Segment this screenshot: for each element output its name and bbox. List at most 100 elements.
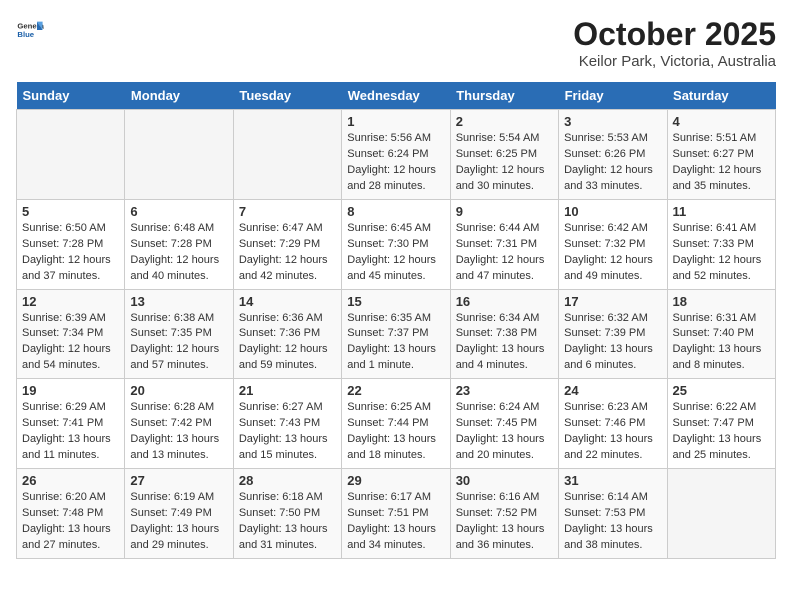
calendar-cell: 13 Sunrise: 6:38 AMSunset: 7:35 PMDayligh…: [125, 289, 233, 379]
day-number: 25: [673, 383, 770, 398]
day-info: Sunrise: 6:39 AMSunset: 7:34 PMDaylight:…: [22, 311, 119, 375]
col-header-tuesday: Tuesday: [233, 82, 341, 110]
week-row-3: 12 Sunrise: 6:39 AMSunset: 7:34 PMDayligh…: [17, 289, 776, 379]
logo-icon: General Blue: [16, 16, 44, 44]
calendar-cell: 23Sunrise: 6:24 AMSunset: 7:45 PMDayligh…: [450, 379, 558, 469]
day-info: Sunrise: 6:25 AMSunset: 7:44 PMDaylight:…: [347, 400, 444, 464]
day-number: 2: [456, 114, 553, 129]
calendar-cell: 17 Sunrise: 6:32 AMSunset: 7:39 PMDayligh…: [559, 289, 667, 379]
day-number: 15: [347, 294, 444, 309]
calendar-cell: 4 Sunrise: 5:51 AMSunset: 6:27 PMDaylight…: [667, 110, 775, 200]
calendar-header-row: SundayMondayTuesdayWednesdayThursdayFrid…: [17, 82, 776, 110]
day-number: 5: [22, 204, 119, 219]
calendar-cell: 16 Sunrise: 6:34 AMSunset: 7:38 PMDayligh…: [450, 289, 558, 379]
calendar-cell: 28 Sunrise: 6:18 AMSunset: 7:50 PMDayligh…: [233, 469, 341, 559]
day-number: 12: [22, 294, 119, 309]
day-number: 22: [347, 383, 444, 398]
week-row-2: 5 Sunrise: 6:50 AMSunset: 7:28 PMDaylight…: [17, 199, 776, 289]
col-header-monday: Monday: [125, 82, 233, 110]
day-info: Sunrise: 6:50 AMSunset: 7:28 PMDaylight:…: [22, 221, 119, 285]
day-info: Sunrise: 6:14 AMSunset: 7:53 PMDaylight:…: [564, 490, 661, 554]
calendar-cell: 24 Sunrise: 6:23 AMSunset: 7:46 PMDayligh…: [559, 379, 667, 469]
day-number: 10: [564, 204, 661, 219]
calendar-cell: 14 Sunrise: 6:36 AMSunset: 7:36 PMDayligh…: [233, 289, 341, 379]
calendar-cell: 6Sunrise: 6:48 AMSunset: 7:28 PMDaylight…: [125, 199, 233, 289]
week-row-4: 19 Sunrise: 6:29 AMSunset: 7:41 PMDayligh…: [17, 379, 776, 469]
day-number: 11: [673, 204, 770, 219]
day-info: Sunrise: 6:23 AMSunset: 7:46 PMDaylight:…: [564, 400, 661, 464]
calendar-cell: 29 Sunrise: 6:17 AMSunset: 7:51 PMDayligh…: [342, 469, 450, 559]
day-number: 29: [347, 473, 444, 488]
day-number: 16: [456, 294, 553, 309]
day-number: 19: [22, 383, 119, 398]
day-number: 7: [239, 204, 336, 219]
calendar-cell: 30Sunrise: 6:16 AMSunset: 7:52 PMDayligh…: [450, 469, 558, 559]
calendar-table: SundayMondayTuesdayWednesdayThursdayFrid…: [16, 82, 776, 559]
day-info: Sunrise: 6:38 AMSunset: 7:35 PMDaylight:…: [130, 311, 227, 375]
calendar-cell: 26Sunrise: 6:20 AMSunset: 7:48 PMDayligh…: [17, 469, 125, 559]
week-row-5: 26Sunrise: 6:20 AMSunset: 7:48 PMDayligh…: [17, 469, 776, 559]
calendar-cell: [125, 110, 233, 200]
day-number: 6: [130, 204, 227, 219]
calendar-cell: 19 Sunrise: 6:29 AMSunset: 7:41 PMDayligh…: [17, 379, 125, 469]
day-number: 9: [456, 204, 553, 219]
calendar-cell: [233, 110, 341, 200]
calendar-cell: 20 Sunrise: 6:28 AMSunset: 7:42 PMDayligh…: [125, 379, 233, 469]
calendar-cell: 12 Sunrise: 6:39 AMSunset: 7:34 PMDayligh…: [17, 289, 125, 379]
col-header-thursday: Thursday: [450, 82, 558, 110]
svg-text:Blue: Blue: [17, 30, 34, 39]
location-title: Keilor Park, Victoria, Australia: [573, 53, 776, 70]
day-info: Sunrise: 6:32 AMSunset: 7:39 PMDaylight:…: [564, 311, 661, 375]
day-number: 14: [239, 294, 336, 309]
col-header-sunday: Sunday: [17, 82, 125, 110]
calendar-cell: 31Sunrise: 6:14 AMSunset: 7:53 PMDayligh…: [559, 469, 667, 559]
calendar-cell: [17, 110, 125, 200]
day-info: Sunrise: 6:34 AMSunset: 7:38 PMDaylight:…: [456, 311, 553, 375]
page-header: General Blue October 2025 Keilor Park, V…: [16, 16, 776, 70]
day-number: 27: [130, 473, 227, 488]
calendar-cell: 21 Sunrise: 6:27 AMSunset: 7:43 PMDayligh…: [233, 379, 341, 469]
day-info: Sunrise: 5:53 AMSunset: 6:26 PMDaylight:…: [564, 131, 661, 195]
day-number: 28: [239, 473, 336, 488]
calendar-cell: 9 Sunrise: 6:44 AMSunset: 7:31 PMDaylight…: [450, 199, 558, 289]
day-number: 24: [564, 383, 661, 398]
day-info: Sunrise: 6:17 AMSunset: 7:51 PMDaylight:…: [347, 490, 444, 554]
day-number: 1: [347, 114, 444, 129]
day-info: Sunrise: 6:41 AMSunset: 7:33 PMDaylight:…: [673, 221, 770, 285]
day-info: Sunrise: 6:18 AMSunset: 7:50 PMDaylight:…: [239, 490, 336, 554]
day-info: Sunrise: 6:27 AMSunset: 7:43 PMDaylight:…: [239, 400, 336, 464]
calendar-cell: 5 Sunrise: 6:50 AMSunset: 7:28 PMDaylight…: [17, 199, 125, 289]
day-number: 21: [239, 383, 336, 398]
day-number: 3: [564, 114, 661, 129]
day-info: Sunrise: 6:29 AMSunset: 7:41 PMDaylight:…: [22, 400, 119, 464]
day-info: Sunrise: 5:51 AMSunset: 6:27 PMDaylight:…: [673, 131, 770, 195]
calendar-cell: 3 Sunrise: 5:53 AMSunset: 6:26 PMDaylight…: [559, 110, 667, 200]
calendar-cell: 7Sunrise: 6:47 AMSunset: 7:29 PMDaylight…: [233, 199, 341, 289]
day-info: Sunrise: 6:44 AMSunset: 7:31 PMDaylight:…: [456, 221, 553, 285]
day-info: Sunrise: 6:24 AMSunset: 7:45 PMDaylight:…: [456, 400, 553, 464]
calendar-cell: 22 Sunrise: 6:25 AMSunset: 7:44 PMDayligh…: [342, 379, 450, 469]
calendar-cell: 27 Sunrise: 6:19 AMSunset: 7:49 PMDayligh…: [125, 469, 233, 559]
day-info: Sunrise: 6:19 AMSunset: 7:49 PMDaylight:…: [130, 490, 227, 554]
day-info: Sunrise: 6:36 AMSunset: 7:36 PMDaylight:…: [239, 311, 336, 375]
col-header-wednesday: Wednesday: [342, 82, 450, 110]
day-number: 17: [564, 294, 661, 309]
day-number: 4: [673, 114, 770, 129]
calendar-cell: 25 Sunrise: 6:22 AMSunset: 7:47 PMDayligh…: [667, 379, 775, 469]
month-title: October 2025: [573, 16, 776, 53]
day-info: Sunrise: 6:42 AMSunset: 7:32 PMDaylight:…: [564, 221, 661, 285]
day-number: 20: [130, 383, 227, 398]
day-info: Sunrise: 6:45 AMSunset: 7:30 PMDaylight:…: [347, 221, 444, 285]
calendar-cell: 10 Sunrise: 6:42 AMSunset: 7:32 PMDayligh…: [559, 199, 667, 289]
day-info: Sunrise: 6:28 AMSunset: 7:42 PMDaylight:…: [130, 400, 227, 464]
day-number: 18: [673, 294, 770, 309]
day-info: Sunrise: 6:16 AMSunset: 7:52 PMDaylight:…: [456, 490, 553, 554]
col-header-saturday: Saturday: [667, 82, 775, 110]
day-info: Sunrise: 6:22 AMSunset: 7:47 PMDaylight:…: [673, 400, 770, 464]
calendar-cell: 18Sunrise: 6:31 AMSunset: 7:40 PMDayligh…: [667, 289, 775, 379]
week-row-1: 1Sunrise: 5:56 AMSunset: 6:24 PMDaylight…: [17, 110, 776, 200]
calendar-cell: 1Sunrise: 5:56 AMSunset: 6:24 PMDaylight…: [342, 110, 450, 200]
day-number: 13: [130, 294, 227, 309]
day-info: Sunrise: 6:35 AMSunset: 7:37 PMDaylight:…: [347, 311, 444, 375]
logo: General Blue: [16, 16, 44, 44]
